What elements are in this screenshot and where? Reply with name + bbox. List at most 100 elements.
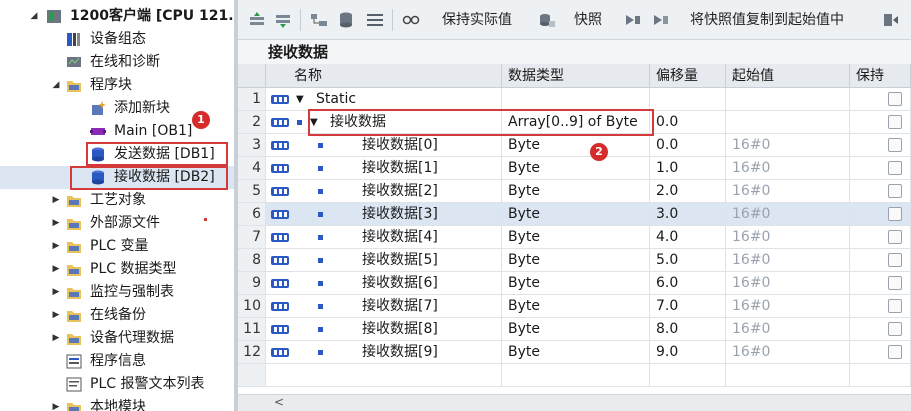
row-retain[interactable] [850, 226, 911, 249]
tree-item[interactable]: 在线和诊断 [0, 51, 234, 74]
row-start-value[interactable]: 16#0 [726, 157, 850, 180]
add-row-icon[interactable] [274, 12, 292, 28]
table-row[interactable]: 7 接收数据[4] Byte 4.0 16#0 [238, 226, 911, 249]
row-data-type[interactable]: Byte [502, 341, 650, 364]
header-start-value[interactable]: 起始值 [726, 64, 850, 88]
database-icon[interactable] [338, 12, 356, 28]
table-row[interactable]: 4 接收数据[1] Byte 1.0 16#0 [238, 157, 911, 180]
copy-snapshot-icon[interactable] [652, 12, 670, 28]
row-name[interactable]: 接收数据[9] [266, 341, 502, 364]
row-data-type[interactable]: Byte [502, 157, 650, 180]
table-row[interactable]: 10 接收数据[7] Byte 7.0 16#0 [238, 295, 911, 318]
row-start-value[interactable]: 16#0 [726, 295, 850, 318]
row-offset[interactable] [650, 88, 726, 111]
row-start-value[interactable] [726, 111, 850, 134]
row-start-value[interactable]: 16#0 [726, 203, 850, 226]
row-name[interactable]: 接收数据[1] [266, 157, 502, 180]
tree-item[interactable]: ▶ 本地模块 [0, 396, 234, 411]
table-row[interactable]: 3 接收数据[0] Byte 0.0 16#0 [238, 134, 911, 157]
collapse-arrow-icon[interactable]: ◢ [28, 5, 40, 28]
expand-arrow-icon[interactable]: ▶ [50, 212, 62, 235]
row-retain[interactable] [850, 180, 911, 203]
header-retain[interactable]: 保持 [850, 64, 911, 88]
retain-checkbox[interactable] [888, 322, 902, 336]
header-name[interactable]: 名称 [266, 64, 502, 88]
expand-arrow-icon[interactable]: ▶ [50, 304, 62, 327]
row-name[interactable]: 接收数据[8] [266, 318, 502, 341]
tree-item[interactable]: 程序信息 [0, 350, 234, 373]
tree-item[interactable]: ▶ 外部源文件 [0, 212, 234, 235]
row-retain[interactable] [850, 341, 911, 364]
expand-arrow-icon[interactable]: ▶ [50, 327, 62, 350]
table-row[interactable]: 8 接收数据[5] Byte 5.0 16#0 [238, 249, 911, 272]
retain-checkbox[interactable] [888, 184, 902, 198]
row-offset[interactable]: 2.0 [650, 180, 726, 203]
retain-checkbox[interactable] [888, 253, 902, 267]
row-start-value[interactable] [726, 88, 850, 111]
row-data-type[interactable] [502, 88, 650, 111]
row-data-type[interactable]: Byte [502, 272, 650, 295]
retain-checkbox[interactable] [888, 161, 902, 175]
retain-checkbox[interactable] [888, 207, 902, 221]
tree-item[interactable]: ▶ 在线备份 [0, 304, 234, 327]
row-retain[interactable] [850, 157, 911, 180]
row-retain[interactable] [850, 272, 911, 295]
retain-checkbox[interactable] [888, 115, 902, 129]
row-offset[interactable]: 6.0 [650, 272, 726, 295]
row-retain[interactable] [850, 203, 911, 226]
expand-arrow-icon[interactable]: ▶ [50, 235, 62, 258]
retain-checkbox[interactable] [888, 138, 902, 152]
row-offset[interactable]: 0.0 [650, 111, 726, 134]
tree-item[interactable]: 设备组态 [0, 28, 234, 51]
retain-checkbox[interactable] [888, 299, 902, 313]
row-data-type[interactable]: Byte [502, 249, 650, 272]
tree-item[interactable]: ◢ 程序块 [0, 74, 234, 97]
row-offset[interactable]: 0.0 [650, 134, 726, 157]
tree-item[interactable]: ▶ 设备代理数据 [0, 327, 234, 350]
list-view-icon[interactable] [366, 12, 384, 28]
row-data-type[interactable]: Byte [502, 203, 650, 226]
retain-checkbox[interactable] [888, 92, 902, 106]
retain-checkbox[interactable] [888, 230, 902, 244]
row-start-value[interactable]: 16#0 [726, 134, 850, 157]
monitor-glasses-icon[interactable] [402, 12, 420, 28]
row-offset[interactable]: 8.0 [650, 318, 726, 341]
row-retain[interactable] [850, 249, 911, 272]
row-offset[interactable]: 7.0 [650, 295, 726, 318]
tree-item[interactable]: ▶ 工艺对象 [0, 189, 234, 212]
row-name[interactable]: 接收数据[3] [266, 203, 502, 226]
table-row[interactable]: 11 接收数据[8] Byte 8.0 16#0 [238, 318, 911, 341]
tree-item[interactable]: ▶ PLC 数据类型 [0, 258, 234, 281]
row-offset[interactable]: 9.0 [650, 341, 726, 364]
collapse-arrow-icon[interactable]: ◢ [50, 74, 62, 97]
retain-checkbox[interactable] [888, 276, 902, 290]
table-row[interactable]: 1 ▼ Static [238, 88, 911, 111]
load-start-values-icon[interactable] [882, 12, 900, 28]
retain-checkbox[interactable] [888, 345, 902, 359]
tree-item[interactable]: ▶ 监控与强制表 [0, 281, 234, 304]
row-data-type[interactable]: Byte [502, 180, 650, 203]
row-start-value[interactable]: 16#0 [726, 272, 850, 295]
row-retain[interactable] [850, 111, 911, 134]
header-offset[interactable]: 偏移量 [650, 64, 726, 88]
expand-all-icon[interactable] [310, 12, 328, 28]
row-name[interactable]: ▼ Static [266, 88, 502, 111]
table-row[interactable]: 5 接收数据[2] Byte 2.0 16#0 [238, 180, 911, 203]
row-name[interactable]: 接收数据[4] [266, 226, 502, 249]
row-start-value[interactable]: 16#0 [726, 318, 850, 341]
tree-item[interactable]: PLC 报警文本列表 [0, 373, 234, 396]
row-name[interactable]: 接收数据[6] [266, 272, 502, 295]
row-name[interactable]: 接收数据[5] [266, 249, 502, 272]
horizontal-scrollbar[interactable]: < [238, 394, 911, 411]
snapshot-button[interactable]: 快照 [574, 9, 602, 31]
row-start-value[interactable]: 16#0 [726, 249, 850, 272]
row-offset[interactable]: 3.0 [650, 203, 726, 226]
tree-item[interactable]: ◢ 1200客户端 [CPU 121... [0, 5, 234, 28]
row-data-type[interactable]: Byte [502, 134, 650, 157]
row-name[interactable]: 接收数据[0] [266, 134, 502, 157]
collapse-arrow-icon[interactable]: ▼ [296, 88, 304, 110]
expand-arrow-icon[interactable]: ▶ [50, 258, 62, 281]
row-data-type[interactable]: Byte [502, 295, 650, 318]
keep-actual-button[interactable]: 保持实际值 [442, 9, 512, 31]
row-retain[interactable] [850, 88, 911, 111]
